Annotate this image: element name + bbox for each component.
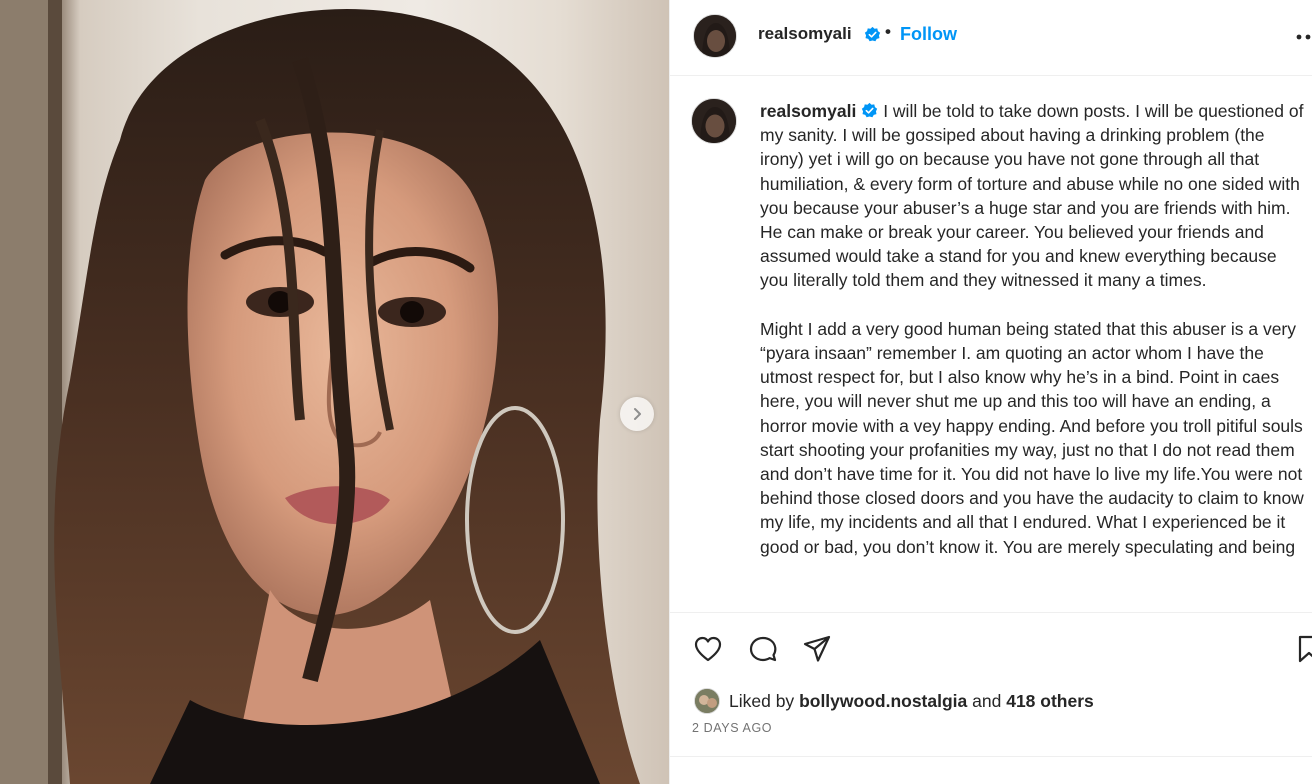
- comment-icon[interactable]: [747, 633, 779, 665]
- post-timestamp[interactable]: 2 DAYS AGO: [692, 721, 772, 735]
- caption-text: realsomyali I will be told to take down …: [760, 99, 1308, 559]
- chevron-right-icon: [634, 408, 641, 420]
- likes-conjunction: and: [972, 690, 1002, 711]
- likes-count[interactable]: 418 others: [1006, 691, 1094, 712]
- more-options-icon[interactable]: [1295, 33, 1312, 41]
- avatar-image: [692, 99, 736, 143]
- liker-username[interactable]: bollywood.nostalgia: [799, 691, 967, 712]
- share-icon[interactable]: [801, 633, 833, 665]
- caption-username[interactable]: realsomyali: [760, 101, 856, 121]
- separator-dot: •: [885, 22, 891, 41]
- comment-input-area[interactable]: [670, 756, 1312, 784]
- follow-button[interactable]: Follow: [900, 24, 957, 45]
- bookmark-icon[interactable]: [1295, 633, 1312, 665]
- post-actions-bar: [670, 612, 1312, 684]
- caption-scroll-area[interactable]: realsomyali I will be told to take down …: [670, 77, 1312, 612]
- heart-icon[interactable]: [692, 633, 724, 665]
- post-details-panel: realsomyali • Follow realsomyali I will …: [669, 0, 1312, 784]
- verified-badge-icon: [862, 102, 878, 118]
- avatar[interactable]: [693, 14, 737, 58]
- liker-avatar[interactable]: [694, 688, 720, 714]
- avatar-image: [695, 689, 719, 713]
- caption-paragraph-1: I will be told to take down posts. I wil…: [760, 101, 1309, 291]
- next-slide-button[interactable]: [620, 397, 654, 431]
- likes-summary: Liked by bollywood.nostalgia and 418 oth…: [694, 687, 1094, 715]
- caption-paragraph-2: Might I add a very good human being stat…: [760, 318, 1309, 557]
- verified-badge-icon: [864, 26, 881, 42]
- caption-avatar[interactable]: [691, 98, 737, 144]
- post-header: realsomyali • Follow: [670, 0, 1312, 76]
- avatar-image: [694, 15, 736, 57]
- post-media[interactable]: [0, 0, 669, 784]
- post-author-username[interactable]: realsomyali: [758, 24, 852, 44]
- post-photo: [0, 0, 641, 784]
- likes-prefix: Liked by: [729, 690, 795, 711]
